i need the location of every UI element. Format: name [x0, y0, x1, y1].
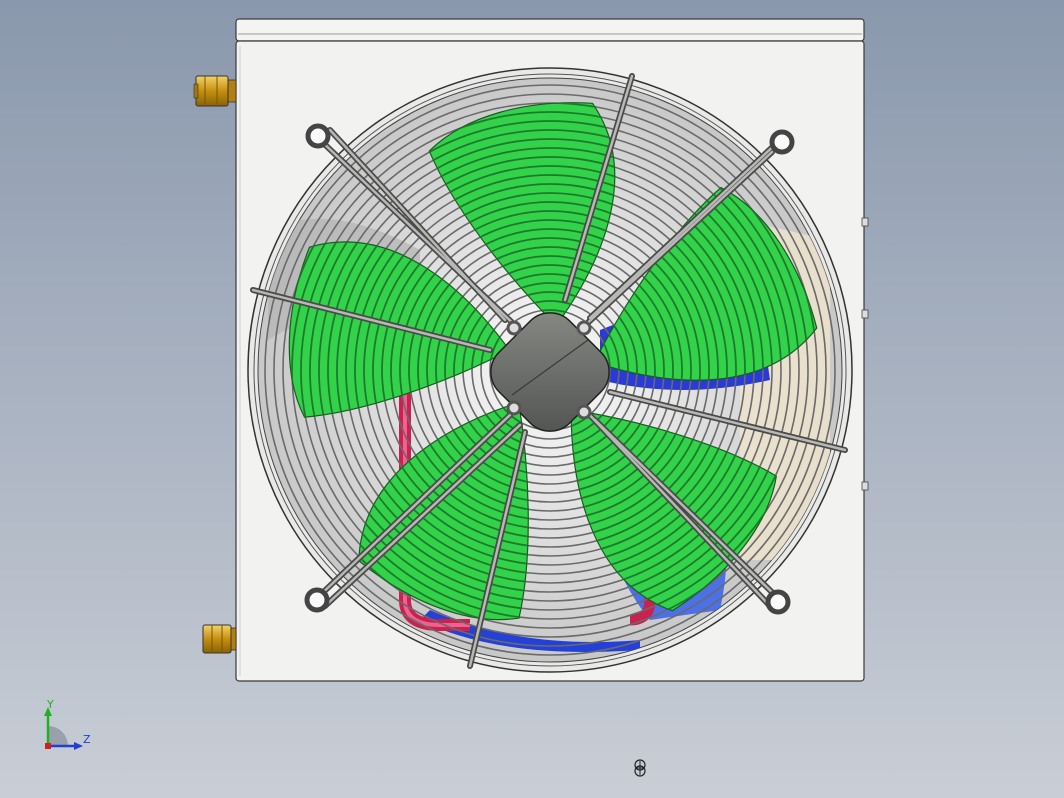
z-axis-label: Z — [83, 733, 91, 746]
y-axis-label: Y — [47, 698, 54, 711]
top-lid — [235, 18, 865, 42]
cad-viewport[interactable]: Y Z — [0, 0, 1064, 798]
axis-triad: Y Z — [38, 698, 98, 758]
condensing-unit-model[interactable] — [0, 0, 1064, 798]
brass-fitting-top — [193, 75, 237, 107]
rotation-center-icon — [632, 758, 648, 778]
brass-fitting-bottom — [202, 624, 237, 654]
